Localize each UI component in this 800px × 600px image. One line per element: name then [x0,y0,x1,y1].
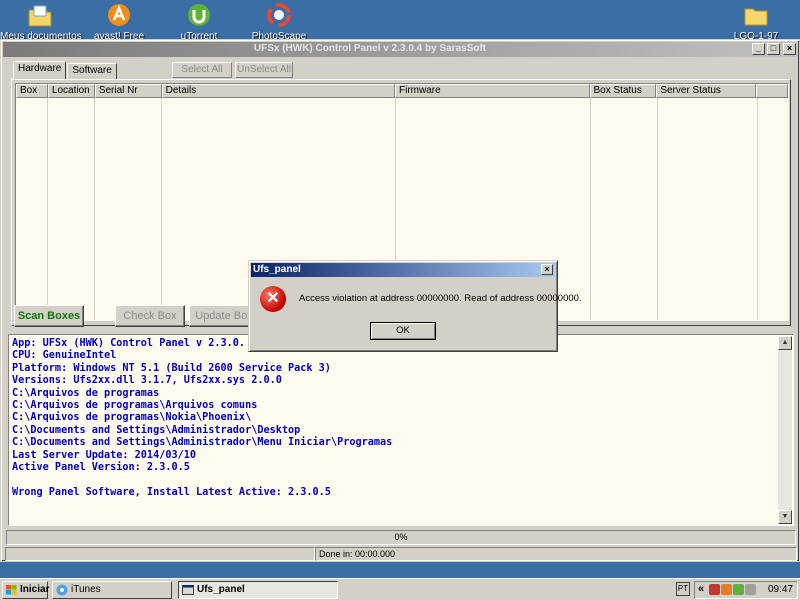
folder-documents-icon [28,5,52,27]
log-line: Platform: Windows NT 5.1 (Build 2600 Ser… [12,362,331,374]
column-header-box-status[interactable]: Box Status [589,84,657,98]
window-titlebar[interactable]: UFSx (HWK) Control Panel v 2.3.0.4 by Sa… [3,42,797,57]
column-header-location[interactable]: Location [47,84,95,98]
dialog-message: Access violation at address 00000000. Re… [299,293,582,304]
tab-strip: Hardware Software [13,61,118,80]
column-header-details[interactable]: Details [161,84,396,98]
log-line: Wrong Panel Software, Install Latest Act… [12,486,331,498]
column-header-box[interactable]: Box [16,84,48,98]
speaker-icon[interactable] [745,584,756,595]
maximize-button[interactable]: □ [767,43,780,55]
utorrent-tray-icon[interactable] [733,584,744,595]
log-line: Versions: Ufs2xx.dll 3.1.7, Ufs2xx.sys 2… [12,375,282,387]
folder-icon [744,8,768,26]
show-hidden-icons-icon[interactable]: « [698,583,704,595]
desktop-icon-meus-documentos[interactable]: Meus documentos [0,2,82,42]
table-header: Box Location Serial Nr Details Firmware … [16,84,788,98]
log-line: Active Panel Version: 2.3.0.5 [12,462,190,474]
log-line: C:\Arquivos de programas\Nokia\Phoenix\ [12,412,252,424]
scan-boxes-button[interactable]: Scan Boxes [14,305,84,327]
desktop-icon-utorrent[interactable]: uTorrent [159,2,239,42]
desktop-icon-avast[interactable]: avast! Free [79,2,159,42]
status-bar: Done in: 00:00.000 [5,547,797,561]
minimize-button[interactable]: _ [752,43,765,55]
progress-bar: 0% [6,530,796,545]
clock: 09:47 [767,584,793,595]
log-panel[interactable]: App: UFSx (HWK) Control Panel v 2.3.0. CP… [8,334,794,526]
log-text: App: UFSx (HWK) Control Panel v 2.3.0. CP… [12,338,775,499]
shield-icon[interactable] [709,584,720,595]
taskbar-item-ufs-panel[interactable]: Ufs_panel [178,581,338,599]
itunes-icon [56,584,68,596]
column-header-server-status[interactable]: Server Status [656,84,757,98]
tab-software[interactable]: Software [67,63,117,80]
scroll-down-icon[interactable]: ▼ [778,510,792,524]
unselect-all-button[interactable]: UnSelect All [235,62,293,78]
log-line: C:\Documents and Settings\Administrador\… [12,437,393,449]
start-button[interactable]: Iniciar [2,581,49,599]
error-icon: ✕ [260,286,286,312]
status-pane-left [5,547,315,561]
log-line: C:\Documents and Settings\Administrador\… [12,424,301,436]
desktop-icon-lgo[interactable]: LGO-1-97 [716,2,796,42]
error-dialog: Ufs_panel × ✕ Access violation at addres… [248,260,582,352]
windows-logo-icon [6,585,17,595]
photoscape-icon [267,3,291,27]
ufs-panel-icon [182,585,194,595]
dialog-title: Ufs_panel [253,264,301,275]
avast-icon [108,4,130,26]
taskbar-item-itunes[interactable]: iTunes [52,581,172,599]
tab-hardware[interactable]: Hardware [13,61,67,80]
log-scrollbar[interactable]: ▲ ▼ [778,336,792,524]
select-all-button[interactable]: Select All [172,62,232,78]
system-tray: « 09:47 [694,581,798,599]
log-line: C:\Arquivos de programas\Arquivos comuns [12,400,258,412]
utorrent-icon [188,4,210,26]
log-line: C:\Arquivos de programas [12,387,160,399]
avast-tray-icon[interactable] [721,584,732,595]
language-indicator[interactable]: PT [676,582,690,596]
scroll-up-icon[interactable]: ▲ [778,336,792,350]
column-header-spacer [756,84,788,98]
column-header-firmware[interactable]: Firmware [395,84,590,98]
check-box-button[interactable]: Check Box [115,305,185,327]
taskbar: Iniciar iTunes Ufs_panel PT « 09:47 [0,578,800,600]
close-button[interactable]: × [783,43,796,55]
dialog-close-button[interactable]: × [541,264,553,275]
log-line: Last Server Update: 2014/03/10 [12,449,197,461]
window-title: UFSx (HWK) Control Panel v 2.3.0.4 by Sa… [253,43,487,54]
ok-button[interactable]: OK [370,322,436,340]
desktop-icon-photoscape[interactable]: PhotoScape [239,2,319,42]
dialog-titlebar[interactable]: Ufs_panel × [251,263,555,277]
log-line: CPU: GenuineIntel [12,350,117,362]
column-header-serial[interactable]: Serial Nr [94,84,162,98]
progress-text: 0% [394,532,408,542]
status-done: Done in: 00:00.000 [315,547,797,561]
